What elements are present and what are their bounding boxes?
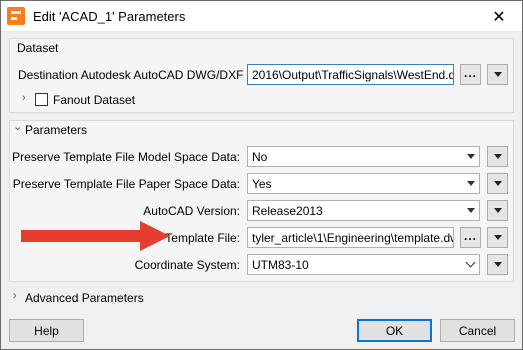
red-arrow-icon (21, 230, 142, 242)
ellipsis-icon: ... (463, 228, 477, 243)
param-label-coordinate-system: Coordinate System: (134, 258, 240, 272)
destination-menu-button[interactable] (487, 64, 508, 85)
param-select-paper-space[interactable]: Yes (247, 173, 480, 194)
param-menu-template-file[interactable] (487, 227, 508, 248)
window-title: Edit 'ACAD_1' Parameters (33, 9, 186, 24)
cancel-button[interactable]: Cancel (440, 319, 515, 342)
param-select-model-space[interactable]: No (247, 146, 480, 167)
param-select-autocad-version[interactable]: Release2013 (247, 200, 480, 221)
close-button[interactable]: ✕ (476, 1, 522, 32)
dataset-header: Dataset (17, 41, 59, 55)
dropdown-arrow-icon (467, 208, 475, 213)
param-menu-coordinate-system[interactable] (487, 254, 508, 275)
help-button[interactable]: Help (9, 319, 84, 342)
dropdown-arrow-icon (493, 262, 502, 267)
fanout-expand-icon[interactable]: › (22, 92, 32, 104)
param-value-coordinate-system: UTM83-10 (252, 258, 309, 272)
edit-parameters-dialog: Edit 'ACAD_1' Parameters ✕ Dataset Desti… (0, 0, 523, 350)
dropdown-arrow-icon (467, 181, 475, 186)
param-label-template-file: Template File: (165, 231, 240, 245)
param-field-template-file[interactable]: tyler_article\1\Engineering\template.dwg… (247, 227, 454, 248)
param-value-model-space: No (252, 150, 268, 164)
destination-file-field[interactable]: 2016\Output\TrafficSignals\WestEnd.dwg (247, 64, 454, 85)
ok-button[interactable]: OK (357, 319, 432, 342)
dropdown-arrow-icon (467, 154, 475, 159)
param-menu-autocad-version[interactable] (487, 200, 508, 221)
chevron-down-icon (465, 257, 476, 268)
param-value-autocad-version: Release2013 (252, 204, 323, 218)
param-value-paper-space: Yes (252, 177, 272, 191)
param-label-model-space: Preserve Template File Model Space Data: (12, 150, 240, 164)
fme-app-icon (7, 7, 25, 25)
dropdown-arrow-icon (493, 235, 502, 240)
title-bar: Edit 'ACAD_1' Parameters ✕ (1, 1, 522, 32)
param-select-coordinate-system[interactable]: UTM83-10 (247, 254, 480, 275)
ellipsis-icon: ... (463, 65, 477, 80)
fanout-checkbox[interactable] (35, 93, 48, 106)
dropdown-arrow-icon (493, 181, 502, 186)
param-menu-paper-space[interactable] (487, 173, 508, 194)
param-label-autocad-version: AutoCAD Version: (143, 204, 240, 218)
parameters-collapse-icon[interactable]: ⌄ (13, 120, 23, 133)
template-browse-button[interactable]: ... (460, 227, 481, 248)
dropdown-arrow-icon (493, 208, 502, 213)
destination-browse-button[interactable]: ... (460, 64, 481, 85)
parameters-header: Parameters (25, 123, 88, 137)
advanced-parameters-header[interactable]: Advanced Parameters (25, 291, 144, 305)
fanout-label: Fanout Dataset (53, 93, 136, 107)
red-arrow-head-icon (140, 221, 170, 251)
destination-file-label: Destination Autodesk AutoCAD DWG/DXF Fil… (18, 68, 270, 82)
dropdown-arrow-icon (493, 154, 502, 159)
param-menu-model-space[interactable] (487, 146, 508, 167)
advanced-expand-icon[interactable]: › (13, 290, 23, 302)
dropdown-arrow-icon (493, 72, 502, 77)
param-label-paper-space: Preserve Template File Paper Space Data: (12, 177, 240, 191)
